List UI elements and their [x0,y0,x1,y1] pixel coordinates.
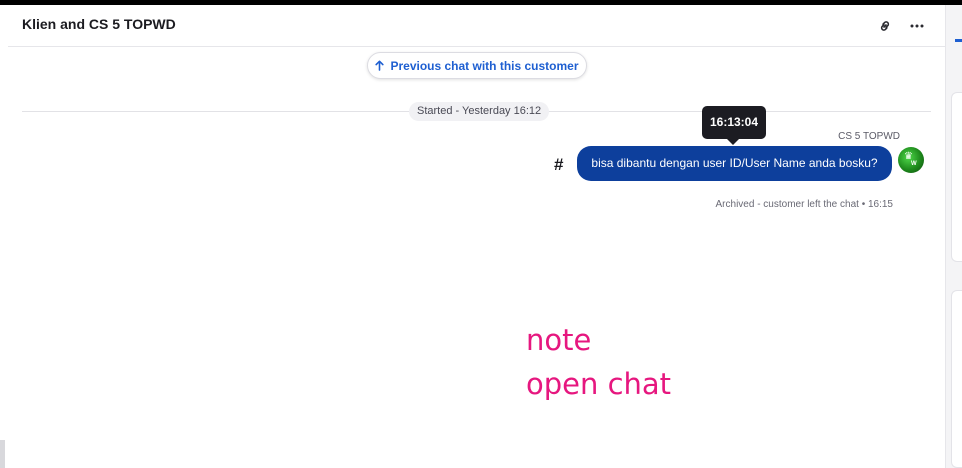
annotation-note: note open chat [526,318,671,406]
hash-button[interactable]: # [554,155,563,175]
archived-status: Archived - customer left the chat • 16:1… [715,199,893,210]
chat-header: Klien and CS 5 TOPWD [8,5,945,47]
right-card [951,92,962,262]
time-tooltip: 16:13:04 [702,106,766,139]
message-bubble[interactable]: bisa dibantu dengan user ID/User Name an… [577,146,892,181]
previous-chat-label: Previous chat with this customer [390,58,579,73]
more-options-icon[interactable] [906,15,928,37]
avatar-logo-mark: W [911,161,917,167]
link-icon[interactable] [874,15,896,37]
chat-panel: Klien and CS 5 TOPWD Previous chat with … [8,5,945,468]
right-card [951,290,962,468]
annotation-line-1: note [526,323,592,357]
started-label: Started - Yesterday 16:12 [409,102,550,121]
annotation-line-2: open chat [526,367,672,401]
message-author: CS 5 TOPWD [838,131,900,142]
right-tab-indicator [955,39,962,42]
chat-title: Klien and CS 5 TOPWD [22,16,176,32]
previous-chat-button[interactable]: Previous chat with this customer [367,52,587,79]
arrow-up-icon [375,60,385,71]
left-scroll-handle[interactable] [0,440,5,468]
tooltip-arrow [727,139,739,145]
agent-avatar[interactable]: ♛ W [898,147,924,173]
